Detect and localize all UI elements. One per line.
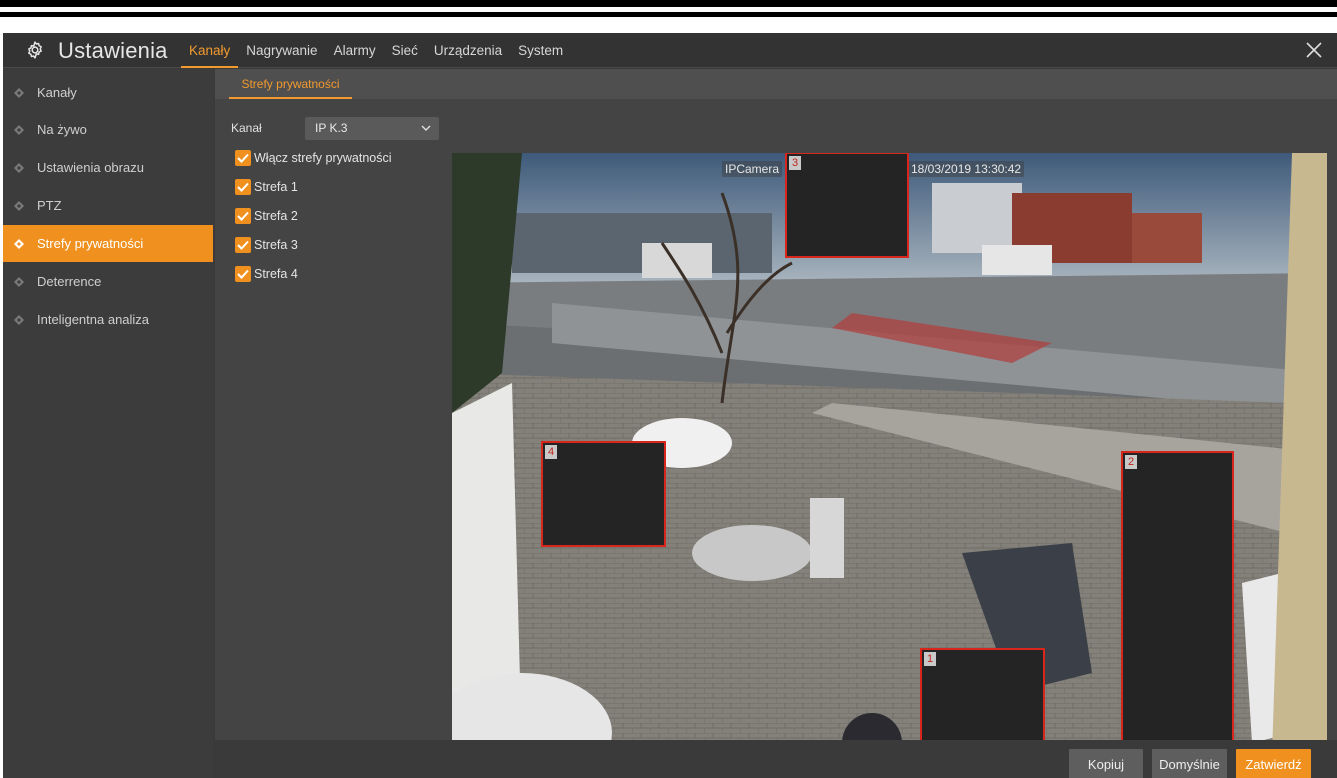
checkbox-label: Strefa 3	[254, 238, 298, 252]
sidebar-item-label: Strefy prywatności	[37, 236, 144, 251]
diamond-bullet-icon	[14, 314, 24, 325]
mask-number: 3	[789, 156, 801, 170]
page-title: Ustawienia	[58, 38, 168, 63]
privacy-mask-1[interactable]: 1	[920, 648, 1045, 754]
sidebar-item-label: Na żywo	[37, 122, 87, 137]
checkmark-icon	[235, 266, 251, 282]
sidebar-item-ustawienia-obrazu[interactable]: Ustawienia obrazu	[3, 149, 213, 186]
tab-strefy-prywatnosci[interactable]: Strefy prywatności	[229, 69, 352, 99]
checkmark-icon	[235, 237, 251, 253]
sidebar-item-na-zywo[interactable]: Na żywo	[3, 111, 213, 148]
copy-button[interactable]: Kopiuj	[1069, 749, 1143, 778]
checkmark-icon	[235, 179, 251, 195]
sidebar-item-label: PTZ	[37, 198, 62, 213]
diamond-bullet-icon	[14, 87, 24, 98]
diamond-bullet-icon	[14, 162, 24, 173]
settings-window: Ustawienia Kanały Nagrywanie Alarmy Sieć…	[3, 33, 1337, 778]
privacy-mask-4[interactable]: 4	[541, 441, 666, 547]
top-rule-thick	[0, 0, 1337, 7]
mask-number: 1	[924, 652, 936, 666]
sidebar-item-label: Ustawienia obrazu	[37, 160, 144, 175]
zone-1-checkbox[interactable]: Strefa 1	[235, 178, 298, 196]
camera-name-osd: IPCamera	[722, 161, 783, 177]
default-button[interactable]: Domyślnie	[1152, 749, 1227, 778]
mask-number: 4	[545, 445, 557, 459]
checkbox-label: Strefa 2	[254, 209, 298, 223]
diamond-bullet-icon	[14, 276, 24, 287]
sidebar-item-strefy-prywatnosci[interactable]: Strefy prywatności	[3, 225, 213, 262]
tab-alarmy[interactable]: Alarmy	[326, 33, 384, 68]
tab-nagrywanie[interactable]: Nagrywanie	[238, 33, 325, 68]
timestamp-osd: 18/03/2019 13:30:42	[908, 161, 1025, 177]
sidebar-item-ptz[interactable]: PTZ	[3, 187, 213, 224]
privacy-mask-3[interactable]: 3	[785, 153, 909, 258]
zone-3-checkbox[interactable]: Strefa 3	[235, 236, 298, 254]
channel-label: Kanał	[231, 121, 262, 135]
gear-icon	[28, 41, 42, 59]
checkbox-label: Strefa 4	[254, 267, 298, 281]
checkbox-label: Włącz strefy prywatności	[254, 151, 392, 165]
sidebar-item-label: Inteligentna analiza	[37, 312, 150, 327]
sidebar: Kanały Na żywo Ustawienia obrazu PTZ Str…	[3, 69, 213, 778]
tab-system[interactable]: System	[510, 33, 571, 68]
header-bar: Ustawienia Kanały Nagrywanie Alarmy Sieć…	[3, 33, 1337, 68]
subtab-bar: Strefy prywatności	[215, 69, 1337, 99]
privacy-mask-2[interactable]: 2	[1121, 451, 1234, 754]
diamond-bullet-icon	[14, 200, 24, 211]
tab-kanaly[interactable]: Kanały	[181, 33, 239, 68]
bottom-bar: Kopiuj Domyślnie Zatwierdź	[215, 740, 1337, 778]
zone-4-checkbox[interactable]: Strefa 4	[235, 265, 298, 283]
channel-select[interactable]: IP K.3	[305, 117, 439, 140]
sidebar-item-kanaly[interactable]: Kanały	[3, 74, 213, 111]
sidebar-item-inteligentna-analiza[interactable]: Inteligentna analiza	[3, 301, 213, 338]
sidebar-item-deterrence[interactable]: Deterrence	[3, 263, 213, 300]
tab-urzadzenia[interactable]: Urządzenia	[426, 33, 510, 68]
enable-privacy-checkbox[interactable]: Włącz strefy prywatności	[235, 149, 392, 167]
top-rule-thin	[0, 12, 1337, 17]
checkbox-label: Strefa 1	[254, 180, 298, 194]
channel-select-value: IP K.3	[315, 121, 348, 135]
zone-2-checkbox[interactable]: Strefa 2	[235, 207, 298, 225]
sidebar-item-label: Deterrence	[37, 274, 102, 289]
checkmark-icon	[235, 150, 251, 166]
chevron-down-icon	[421, 125, 431, 131]
checkmark-icon	[235, 208, 251, 224]
main-nav: Kanały Nagrywanie Alarmy Sieć Urządzenia…	[181, 33, 571, 68]
diamond-bullet-icon	[14, 238, 24, 249]
confirm-button[interactable]: Zatwierdź	[1236, 749, 1311, 778]
content-panel: Strefy prywatności Kanał IP K.3 Włącz st…	[215, 69, 1337, 778]
close-icon[interactable]	[1305, 41, 1323, 59]
mask-number: 2	[1125, 455, 1137, 469]
camera-preview[interactable]: IPCamera 18/03/2019 13:30:42 3 4 2 1	[452, 153, 1327, 754]
tab-siec[interactable]: Sieć	[384, 33, 426, 68]
sidebar-item-label: Kanały	[37, 85, 77, 100]
diamond-bullet-icon	[14, 124, 24, 135]
